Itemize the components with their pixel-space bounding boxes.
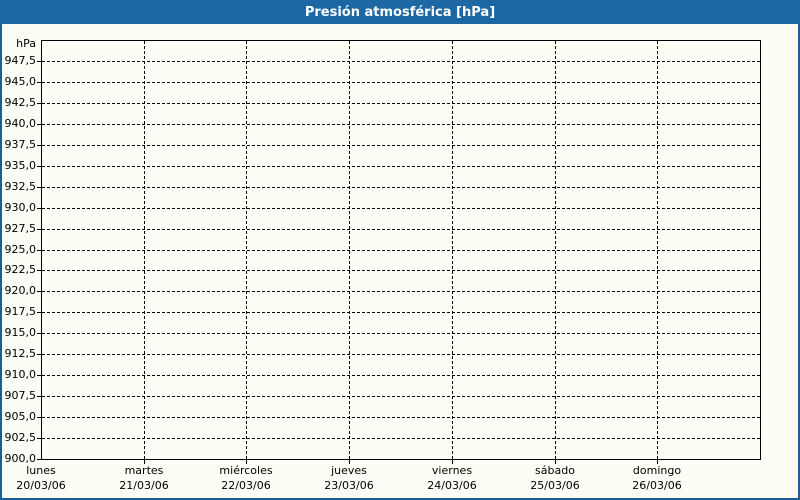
x-gridline [452,41,453,459]
y-axis-tick-label: 945,0 [4,75,37,88]
y-axis-unit-label: hPa [16,37,36,50]
x-axis-day-label: viernes [431,464,473,477]
y-gridline [42,396,760,397]
y-tick-mark [37,417,41,418]
y-tick-mark [37,229,41,230]
y-gridline [42,291,760,292]
y-axis-tick-label: 927,5 [4,222,37,235]
y-gridline [42,312,760,313]
y-tick-mark [37,375,41,376]
y-tick-mark [37,459,41,460]
chart-window: Presión atmosférica [hPa] 947,5 945,0 942,… [0,0,800,500]
y-axis-tick-label: 932,5 [4,180,37,193]
y-tick-mark [37,61,41,62]
x-axis-day-label: domingo [632,464,682,477]
y-gridline [42,229,760,230]
y-tick-mark [37,208,41,209]
y-axis-tick-label: 905,0 [4,410,37,423]
y-gridline [42,208,760,209]
y-tick-mark [37,187,41,188]
y-tick-mark [37,333,41,334]
y-axis-tick-label: 922,5 [4,263,37,276]
y-axis-tick-label: 930,0 [4,201,37,214]
x-axis-date-label: 23/03/06 [324,479,374,492]
y-tick-mark [37,291,41,292]
y-tick-mark [37,396,41,397]
y-tick-mark [37,250,41,251]
x-gridline [246,41,247,459]
y-tick-mark [37,438,41,439]
y-tick-mark [37,103,41,104]
x-axis-day-label: jueves [331,464,367,477]
chart-title: Presión atmosférica [hPa] [304,4,496,20]
y-axis-tick-label: 917,5 [4,305,37,318]
y-gridline [42,124,760,125]
y-gridline [42,145,760,146]
y-tick-mark [37,166,41,167]
y-axis-tick-label: 902,5 [4,431,37,444]
x-gridline [657,41,658,459]
y-gridline [42,333,760,334]
y-axis-tick-label: 910,0 [4,368,37,381]
x-gridline [144,41,145,459]
y-gridline [42,270,760,271]
y-gridline [42,82,760,83]
y-axis-tick-label: 907,5 [4,389,37,402]
y-gridline [42,375,760,376]
y-gridline [42,61,760,62]
y-gridline [42,250,760,251]
chart-title-bar: Presión atmosférica [hPa] [0,0,800,24]
y-tick-mark [37,145,41,146]
y-axis-tick-label: 947,5 [4,54,37,67]
x-gridline [349,41,350,459]
y-axis-tick-label: 925,0 [4,243,37,256]
x-gridline [555,41,556,459]
y-gridline [42,417,760,418]
y-axis-tick-label: 915,0 [4,326,37,339]
y-axis-tick-label: 940,0 [4,117,37,130]
x-axis-date-label: 22/03/06 [221,479,271,492]
y-gridline [42,166,760,167]
y-tick-mark [37,82,41,83]
y-gridline [42,438,760,439]
y-axis-tick-label: 920,0 [4,284,37,297]
x-axis-day-label: miércoles [219,464,273,477]
y-axis-tick-label: 935,0 [4,159,37,172]
y-axis-tick-label: 942,5 [4,96,37,109]
y-gridline [42,187,760,188]
x-axis-date-label: 24/03/06 [427,479,477,492]
y-tick-mark [37,354,41,355]
x-axis-date-label: 26/03/06 [632,479,682,492]
y-axis-tick-label: 937,5 [4,138,37,151]
y-gridline [42,103,760,104]
y-axis-tick-label: 912,5 [4,347,37,360]
y-gridline [42,354,760,355]
y-tick-mark [37,312,41,313]
y-tick-mark [37,124,41,125]
chart-canvas: 947,5 945,0 942,5 940,0 937,5 935,0 932,5 930,0… [0,24,800,500]
y-tick-mark [37,270,41,271]
